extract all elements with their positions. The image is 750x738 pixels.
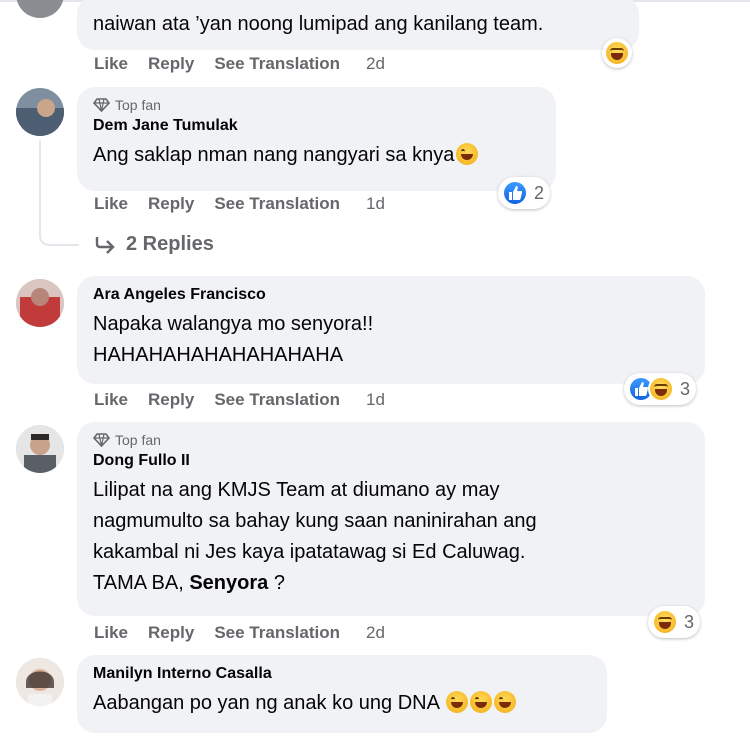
see-translation-button[interactable]: See Translation	[214, 390, 340, 410]
haha-reaction-icon	[604, 40, 630, 66]
like-button[interactable]: Like	[94, 54, 128, 74]
top-fan-label: Top fan	[115, 96, 161, 113]
comment-actions: Like Reply See Translation 1d	[94, 194, 405, 214]
comment-actions: Like Reply See Translation 2d	[94, 623, 405, 643]
avatar[interactable]	[16, 88, 64, 136]
top-fan-badge: Top fan	[93, 96, 540, 113]
comment-author[interactable]: Manilyn Interno Casalla	[93, 664, 591, 684]
comment-actions: Like Reply See Translation 1d	[94, 390, 405, 410]
see-translation-button[interactable]: See Translation	[214, 623, 340, 643]
avatar[interactable]	[16, 0, 64, 18]
avatar[interactable]	[16, 658, 64, 706]
comment-bubble: Top fan Dong Fullo II Lilipat na ang KMJ…	[77, 422, 705, 616]
reaction-summary[interactable]: 3	[624, 373, 697, 405]
comment-timestamp[interactable]: 2d	[366, 54, 385, 74]
comment-text: Lilipat na ang KMJS Team at diumano ay m…	[93, 479, 537, 594]
thread-line	[39, 140, 79, 246]
comment-text: Ang saklap nman nang nangyari sa knya	[93, 140, 540, 171]
comment-bubble: Top fan Dem Jane Tumulak Ang saklap nman…	[77, 87, 556, 191]
rofl-emoji-icon	[470, 691, 493, 713]
comment-timestamp[interactable]: 1d	[366, 390, 385, 410]
rofl-emoji-icon	[456, 143, 479, 165]
comment-author[interactable]: Dem Jane Tumulak	[93, 116, 540, 136]
comment-author[interactable]: Ara Angeles Francisco	[93, 285, 689, 305]
reply-button[interactable]: Reply	[148, 390, 194, 410]
comment-bubble: Ara Angeles Francisco Napaka walangya mo…	[77, 276, 705, 384]
comment-actions: Like Reply See Translation 2d	[94, 54, 405, 74]
rofl-emoji-icon	[494, 691, 517, 713]
rofl-emoji-icon	[446, 691, 469, 713]
like-reaction-icon	[502, 180, 528, 206]
comment-timestamp[interactable]: 2d	[366, 623, 385, 643]
reaction-summary[interactable]: 3	[648, 606, 701, 638]
reaction-summary[interactable]	[602, 38, 632, 68]
like-button[interactable]: Like	[94, 194, 128, 214]
like-button[interactable]: Like	[94, 390, 128, 410]
mention-link[interactable]: Senyora	[189, 572, 268, 594]
top-fan-label: Top fan	[115, 431, 161, 448]
comment-author[interactable]: Dong Fullo II	[93, 451, 689, 471]
reaction-count: 3	[680, 378, 691, 399]
reply-arrow-icon	[95, 236, 115, 254]
comment-text: Aabangan po yan ng anak ko ung DNA	[93, 688, 591, 719]
avatar[interactable]	[16, 425, 64, 473]
reaction-summary[interactable]: 2	[498, 177, 551, 209]
comment-bubble: Manilyn Interno Casalla Aabangan po yan …	[77, 655, 607, 733]
see-translation-button[interactable]: See Translation	[214, 194, 340, 214]
comment-timestamp[interactable]: 1d	[366, 194, 385, 214]
reaction-count: 2	[534, 182, 545, 203]
reaction-count: 3	[684, 611, 695, 632]
diamond-icon	[93, 97, 110, 112]
haha-reaction-icon	[648, 376, 674, 402]
reply-button[interactable]: Reply	[148, 54, 194, 74]
haha-reaction-icon	[652, 609, 678, 635]
diamond-icon	[93, 432, 110, 447]
see-translation-button[interactable]: See Translation	[214, 54, 340, 74]
view-replies-link[interactable]: 2 Replies	[94, 233, 214, 256]
comment-bubble: naiwan ata ’yan noong lumipad ang kanila…	[77, 0, 639, 50]
reply-button[interactable]: Reply	[148, 194, 194, 214]
replies-label[interactable]: 2 Replies	[126, 233, 214, 256]
comment-text: Napaka walangya mo senyora!! HAHAHAHAHAH…	[93, 313, 374, 366]
comment-text: naiwan ata ’yan noong lumipad ang kanila…	[93, 13, 544, 35]
avatar[interactable]	[16, 279, 64, 327]
reply-button[interactable]: Reply	[148, 623, 194, 643]
top-fan-badge: Top fan	[93, 431, 689, 448]
like-button[interactable]: Like	[94, 623, 128, 643]
